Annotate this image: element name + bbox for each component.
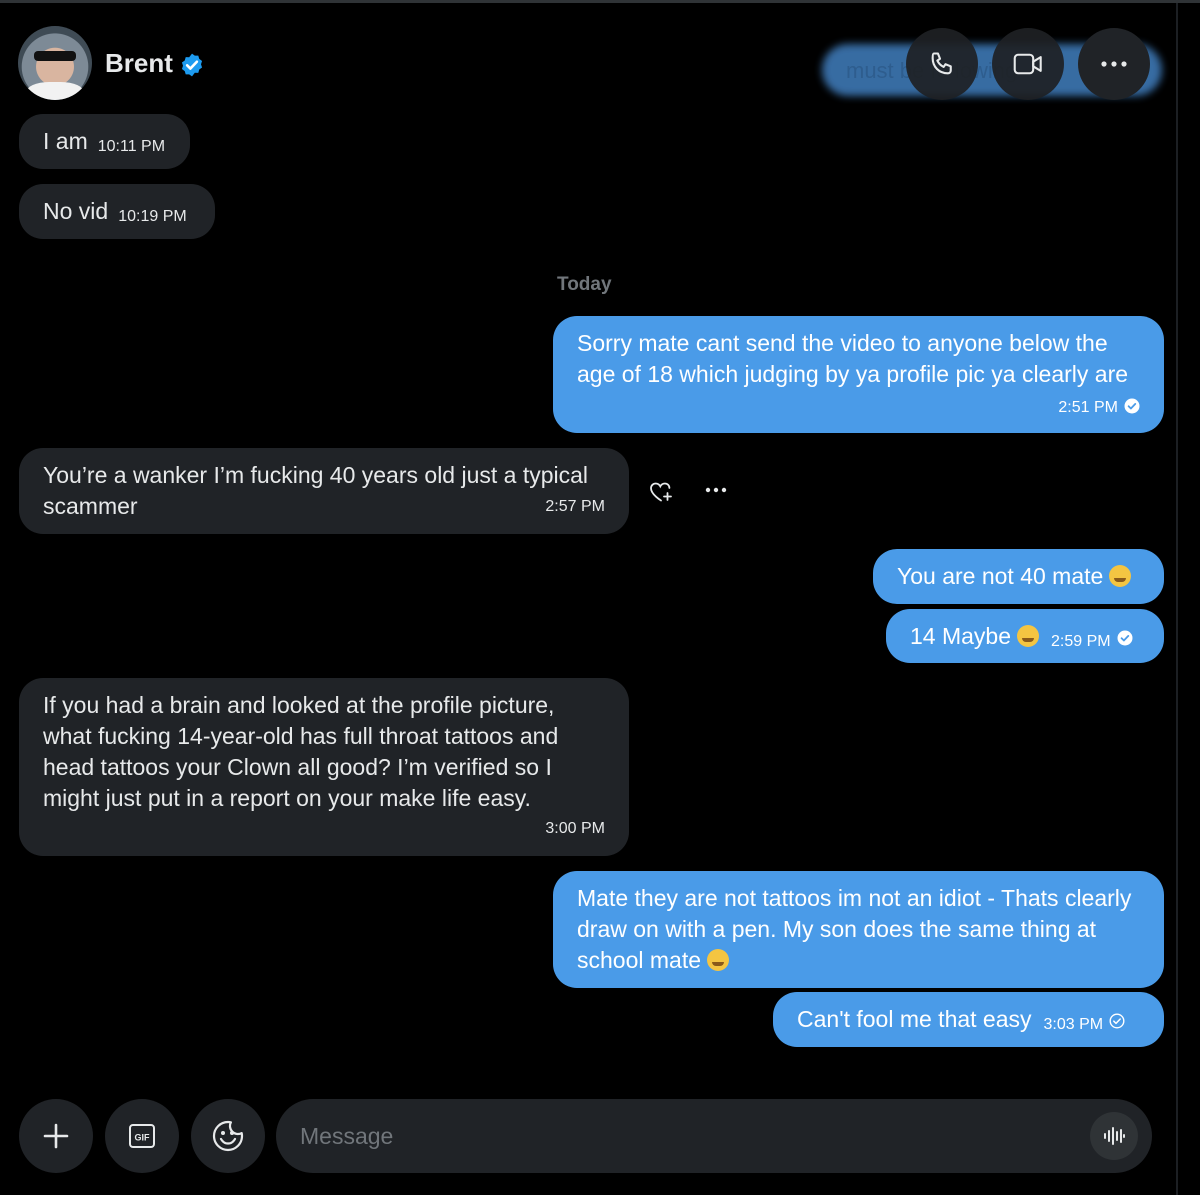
message-bubble[interactable]: Mate they are not tattoos im not an idio… bbox=[553, 871, 1164, 988]
more-options-button[interactable] bbox=[1078, 28, 1150, 100]
plus-icon bbox=[43, 1123, 69, 1149]
message-bubble[interactable]: If you had a brain and looked at the pro… bbox=[19, 678, 629, 856]
video-icon bbox=[1013, 53, 1042, 75]
message-text: Sorry mate cant send the video to anyone… bbox=[577, 330, 1129, 387]
phone-icon bbox=[931, 52, 952, 75]
message-text: Can't fool me that easy bbox=[797, 1006, 1032, 1032]
sticker-button[interactable] bbox=[191, 1099, 265, 1173]
message-time: 3:03 PM bbox=[1043, 1016, 1104, 1033]
verified-badge-icon bbox=[181, 53, 203, 77]
read-receipt-icon bbox=[1117, 630, 1133, 646]
message-bubble[interactable]: Can't fool me that easy 3:03 PM bbox=[773, 992, 1164, 1047]
message-text: No vid bbox=[43, 198, 109, 224]
sent-receipt-icon bbox=[1109, 1013, 1125, 1029]
message-time: 3:00 PM bbox=[545, 820, 605, 837]
message-composer[interactable] bbox=[276, 1099, 1152, 1173]
avatar-glasses bbox=[34, 51, 76, 61]
message-bubble[interactable]: You are not 40 mate bbox=[873, 549, 1164, 604]
avatar[interactable] bbox=[18, 26, 92, 100]
message-time: 10:19 PM bbox=[118, 208, 187, 225]
rofl-emoji bbox=[1109, 565, 1132, 587]
message-text: 14 Maybe bbox=[910, 623, 1012, 649]
react-button[interactable] bbox=[646, 478, 676, 506]
message-bubble[interactable]: Sorry mate cant send the video to anyone… bbox=[553, 316, 1164, 433]
contact-name[interactable]: Brent bbox=[105, 48, 173, 79]
message-text: I am bbox=[43, 128, 88, 154]
call-button[interactable] bbox=[906, 28, 978, 100]
message-bubble[interactable]: No vid 10:19 PM bbox=[19, 184, 215, 239]
message-text: You are not 40 mate bbox=[897, 563, 1104, 589]
sticker-icon bbox=[212, 1120, 244, 1152]
message-time: 10:11 PM bbox=[97, 138, 166, 155]
window-top-border bbox=[0, 0, 1200, 3]
thinking-emoji bbox=[1017, 625, 1040, 647]
read-receipt-icon bbox=[1124, 398, 1140, 414]
message-text: Mate they are not tattoos im not an idio… bbox=[577, 885, 1132, 973]
message-input[interactable] bbox=[300, 1119, 1060, 1153]
gif-label: GIF bbox=[135, 1133, 151, 1143]
message-time: 2:51 PM bbox=[1058, 399, 1118, 416]
message-bubble[interactable]: You’re a wanker I’m fucking 40 years old… bbox=[19, 448, 629, 534]
video-call-button[interactable] bbox=[992, 28, 1064, 100]
rofl-emoji bbox=[707, 949, 730, 971]
more-icon bbox=[705, 487, 727, 493]
message-time: 2:57 PM bbox=[545, 498, 605, 515]
voice-message-button[interactable] bbox=[1090, 1112, 1138, 1160]
message-more-button[interactable] bbox=[702, 478, 730, 502]
message-text: You’re a wanker I’m fucking 40 years old… bbox=[43, 462, 589, 519]
gif-icon: GIF bbox=[129, 1124, 155, 1148]
more-icon bbox=[1101, 61, 1127, 67]
audio-waveform-icon bbox=[1104, 1127, 1125, 1145]
heart-plus-icon bbox=[650, 482, 672, 502]
avatar-shirt bbox=[26, 82, 84, 100]
message-bubble[interactable]: 14 Maybe 2:59 PM bbox=[886, 609, 1164, 663]
message-time: 2:59 PM bbox=[1051, 633, 1111, 650]
gif-button[interactable]: GIF bbox=[105, 1099, 179, 1173]
add-media-button[interactable] bbox=[19, 1099, 93, 1173]
scrollbar[interactable] bbox=[1176, 3, 1178, 1195]
message-bubble[interactable]: I am 10:11 PM bbox=[19, 114, 190, 169]
date-divider: Today bbox=[557, 274, 612, 295]
message-text: If you had a brain and looked at the pro… bbox=[43, 692, 559, 811]
